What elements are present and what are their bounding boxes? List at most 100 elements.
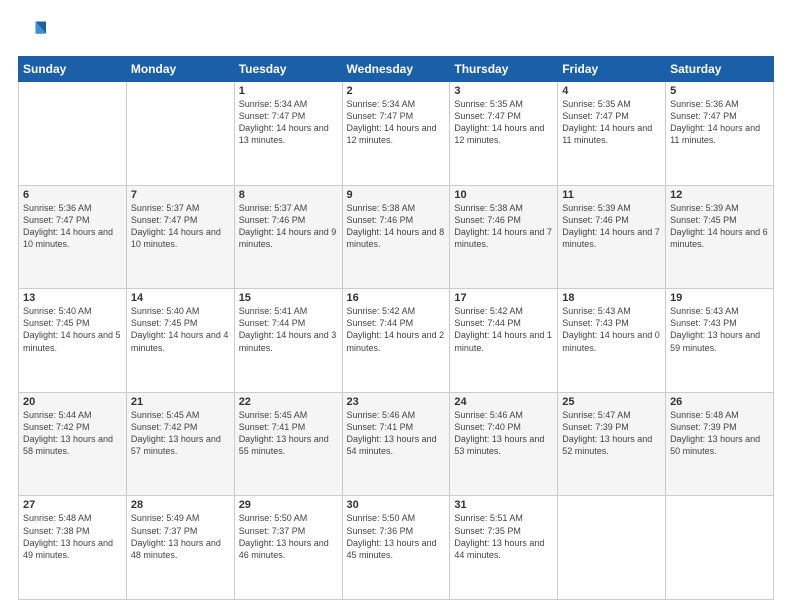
calendar-cell: 24Sunrise: 5:46 AM Sunset: 7:40 PM Dayli… [450,392,558,496]
day-number: 27 [23,499,122,511]
calendar-cell: 9Sunrise: 5:38 AM Sunset: 7:46 PM Daylig… [342,185,450,289]
day-number: 16 [347,292,446,304]
calendar-cell: 2Sunrise: 5:34 AM Sunset: 7:47 PM Daylig… [342,82,450,186]
cell-daylight-info: Sunrise: 5:41 AM Sunset: 7:44 PM Dayligh… [239,305,338,354]
calendar-header-row: SundayMondayTuesdayWednesdayThursdayFrid… [19,57,774,82]
cell-daylight-info: Sunrise: 5:50 AM Sunset: 7:37 PM Dayligh… [239,512,338,561]
day-number: 2 [347,85,446,97]
cell-daylight-info: Sunrise: 5:34 AM Sunset: 7:47 PM Dayligh… [347,98,446,147]
calendar-cell: 17Sunrise: 5:42 AM Sunset: 7:44 PM Dayli… [450,289,558,393]
day-number: 26 [670,396,769,408]
weekday-header: Tuesday [234,57,342,82]
day-number: 19 [670,292,769,304]
header [18,18,774,46]
calendar-cell: 18Sunrise: 5:43 AM Sunset: 7:43 PM Dayli… [558,289,666,393]
calendar-cell: 14Sunrise: 5:40 AM Sunset: 7:45 PM Dayli… [126,289,234,393]
calendar-cell: 23Sunrise: 5:46 AM Sunset: 7:41 PM Dayli… [342,392,450,496]
cell-daylight-info: Sunrise: 5:34 AM Sunset: 7:47 PM Dayligh… [239,98,338,147]
cell-daylight-info: Sunrise: 5:37 AM Sunset: 7:47 PM Dayligh… [131,202,230,251]
day-number: 18 [562,292,661,304]
calendar-week-row: 6Sunrise: 5:36 AM Sunset: 7:47 PM Daylig… [19,185,774,289]
calendar-week-row: 1Sunrise: 5:34 AM Sunset: 7:47 PM Daylig… [19,82,774,186]
cell-daylight-info: Sunrise: 5:36 AM Sunset: 7:47 PM Dayligh… [23,202,122,251]
day-number: 1 [239,85,338,97]
calendar-cell: 21Sunrise: 5:45 AM Sunset: 7:42 PM Dayli… [126,392,234,496]
calendar-cell: 22Sunrise: 5:45 AM Sunset: 7:41 PM Dayli… [234,392,342,496]
page: SundayMondayTuesdayWednesdayThursdayFrid… [0,0,792,612]
calendar-week-row: 20Sunrise: 5:44 AM Sunset: 7:42 PM Dayli… [19,392,774,496]
cell-daylight-info: Sunrise: 5:38 AM Sunset: 7:46 PM Dayligh… [347,202,446,251]
day-number: 29 [239,499,338,511]
calendar-cell [558,496,666,600]
day-number: 15 [239,292,338,304]
day-number: 7 [131,189,230,201]
calendar-table: SundayMondayTuesdayWednesdayThursdayFrid… [18,56,774,600]
calendar-cell: 3Sunrise: 5:35 AM Sunset: 7:47 PM Daylig… [450,82,558,186]
cell-daylight-info: Sunrise: 5:37 AM Sunset: 7:46 PM Dayligh… [239,202,338,251]
logo [18,18,50,46]
day-number: 3 [454,85,553,97]
cell-daylight-info: Sunrise: 5:44 AM Sunset: 7:42 PM Dayligh… [23,409,122,458]
cell-daylight-info: Sunrise: 5:35 AM Sunset: 7:47 PM Dayligh… [562,98,661,147]
calendar-cell: 15Sunrise: 5:41 AM Sunset: 7:44 PM Dayli… [234,289,342,393]
logo-icon [18,18,46,46]
day-number: 5 [670,85,769,97]
cell-daylight-info: Sunrise: 5:48 AM Sunset: 7:39 PM Dayligh… [670,409,769,458]
cell-daylight-info: Sunrise: 5:43 AM Sunset: 7:43 PM Dayligh… [562,305,661,354]
cell-daylight-info: Sunrise: 5:49 AM Sunset: 7:37 PM Dayligh… [131,512,230,561]
cell-daylight-info: Sunrise: 5:43 AM Sunset: 7:43 PM Dayligh… [670,305,769,354]
weekday-header: Wednesday [342,57,450,82]
day-number: 4 [562,85,661,97]
day-number: 23 [347,396,446,408]
weekday-header: Monday [126,57,234,82]
cell-daylight-info: Sunrise: 5:35 AM Sunset: 7:47 PM Dayligh… [454,98,553,147]
cell-daylight-info: Sunrise: 5:46 AM Sunset: 7:41 PM Dayligh… [347,409,446,458]
cell-daylight-info: Sunrise: 5:45 AM Sunset: 7:41 PM Dayligh… [239,409,338,458]
calendar-cell: 13Sunrise: 5:40 AM Sunset: 7:45 PM Dayli… [19,289,127,393]
calendar-cell: 1Sunrise: 5:34 AM Sunset: 7:47 PM Daylig… [234,82,342,186]
calendar-cell: 10Sunrise: 5:38 AM Sunset: 7:46 PM Dayli… [450,185,558,289]
cell-daylight-info: Sunrise: 5:45 AM Sunset: 7:42 PM Dayligh… [131,409,230,458]
day-number: 30 [347,499,446,511]
cell-daylight-info: Sunrise: 5:51 AM Sunset: 7:35 PM Dayligh… [454,512,553,561]
day-number: 8 [239,189,338,201]
day-number: 21 [131,396,230,408]
calendar-cell: 20Sunrise: 5:44 AM Sunset: 7:42 PM Dayli… [19,392,127,496]
day-number: 25 [562,396,661,408]
day-number: 17 [454,292,553,304]
day-number: 10 [454,189,553,201]
day-number: 12 [670,189,769,201]
cell-daylight-info: Sunrise: 5:47 AM Sunset: 7:39 PM Dayligh… [562,409,661,458]
cell-daylight-info: Sunrise: 5:40 AM Sunset: 7:45 PM Dayligh… [23,305,122,354]
calendar-cell: 27Sunrise: 5:48 AM Sunset: 7:38 PM Dayli… [19,496,127,600]
calendar-cell: 25Sunrise: 5:47 AM Sunset: 7:39 PM Dayli… [558,392,666,496]
day-number: 20 [23,396,122,408]
calendar-cell: 7Sunrise: 5:37 AM Sunset: 7:47 PM Daylig… [126,185,234,289]
day-number: 28 [131,499,230,511]
calendar-cell: 6Sunrise: 5:36 AM Sunset: 7:47 PM Daylig… [19,185,127,289]
calendar-cell: 16Sunrise: 5:42 AM Sunset: 7:44 PM Dayli… [342,289,450,393]
calendar-cell: 31Sunrise: 5:51 AM Sunset: 7:35 PM Dayli… [450,496,558,600]
cell-daylight-info: Sunrise: 5:48 AM Sunset: 7:38 PM Dayligh… [23,512,122,561]
calendar-cell [666,496,774,600]
calendar-cell: 12Sunrise: 5:39 AM Sunset: 7:45 PM Dayli… [666,185,774,289]
day-number: 9 [347,189,446,201]
day-number: 6 [23,189,122,201]
calendar-cell: 19Sunrise: 5:43 AM Sunset: 7:43 PM Dayli… [666,289,774,393]
cell-daylight-info: Sunrise: 5:40 AM Sunset: 7:45 PM Dayligh… [131,305,230,354]
cell-daylight-info: Sunrise: 5:39 AM Sunset: 7:46 PM Dayligh… [562,202,661,251]
calendar-cell: 5Sunrise: 5:36 AM Sunset: 7:47 PM Daylig… [666,82,774,186]
calendar-cell: 8Sunrise: 5:37 AM Sunset: 7:46 PM Daylig… [234,185,342,289]
day-number: 13 [23,292,122,304]
day-number: 11 [562,189,661,201]
day-number: 24 [454,396,553,408]
calendar-cell: 26Sunrise: 5:48 AM Sunset: 7:39 PM Dayli… [666,392,774,496]
day-number: 31 [454,499,553,511]
calendar-week-row: 27Sunrise: 5:48 AM Sunset: 7:38 PM Dayli… [19,496,774,600]
cell-daylight-info: Sunrise: 5:38 AM Sunset: 7:46 PM Dayligh… [454,202,553,251]
cell-daylight-info: Sunrise: 5:42 AM Sunset: 7:44 PM Dayligh… [347,305,446,354]
calendar-cell: 29Sunrise: 5:50 AM Sunset: 7:37 PM Dayli… [234,496,342,600]
calendar-cell: 30Sunrise: 5:50 AM Sunset: 7:36 PM Dayli… [342,496,450,600]
calendar-cell: 4Sunrise: 5:35 AM Sunset: 7:47 PM Daylig… [558,82,666,186]
cell-daylight-info: Sunrise: 5:46 AM Sunset: 7:40 PM Dayligh… [454,409,553,458]
